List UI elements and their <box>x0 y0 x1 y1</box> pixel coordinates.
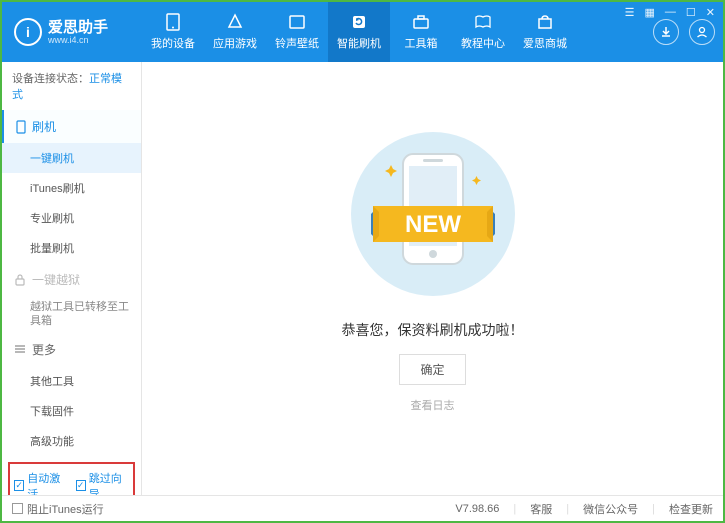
sidebar-item-download-fw[interactable]: 下载固件 <box>2 396 141 426</box>
nav-label: 智能刷机 <box>337 35 381 51</box>
download-icon[interactable] <box>653 19 679 45</box>
success-illustration: NEW <box>343 124 523 304</box>
header-right <box>653 2 715 62</box>
sidebar-item-advanced[interactable]: 高级功能 <box>2 426 141 456</box>
status-label: 设备连接状态： <box>12 73 89 85</box>
separator: | <box>566 503 569 515</box>
wallpaper-icon <box>287 13 307 31</box>
support-link[interactable]: 客服 <box>530 501 552 517</box>
footer-left: 阻止iTunes运行 <box>12 501 104 517</box>
nav-label: 工具箱 <box>405 35 438 51</box>
options-highlight-box: ✓ 自动激活 ✓ 跳过向导 <box>8 462 135 495</box>
checkbox-icon <box>12 503 23 514</box>
sidebar-item-itunes-flash[interactable]: iTunes刷机 <box>2 173 141 203</box>
sidebar-item-batch-flash[interactable]: 批量刷机 <box>2 233 141 263</box>
section-more[interactable]: 更多 <box>2 333 141 366</box>
checkbox-label: 跳过向导 <box>89 470 129 495</box>
view-log-link[interactable]: 查看日志 <box>411 397 455 413</box>
ribbon-text: NEW <box>405 211 461 238</box>
nav-label: 铃声壁纸 <box>275 35 319 51</box>
nav-tutorials[interactable]: 教程中心 <box>452 2 514 62</box>
jailbreak-note: 越狱工具已转移至工具箱 <box>2 296 141 333</box>
connection-status: 设备连接状态：正常模式 <box>2 62 141 110</box>
sidebar: 设备连接状态：正常模式 刷机 一键刷机 iTunes刷机 专业刷机 批量刷机 一… <box>2 62 142 495</box>
toolbox-icon <box>411 13 431 31</box>
nav-apps[interactable]: 应用游戏 <box>204 2 266 62</box>
body: 设备连接状态：正常模式 刷机 一键刷机 iTunes刷机 专业刷机 批量刷机 一… <box>2 62 723 495</box>
nav-label: 教程中心 <box>461 35 505 51</box>
store-icon <box>535 13 555 31</box>
nav-toolbox[interactable]: 工具箱 <box>390 2 452 62</box>
section-jailbreak[interactable]: 一键越狱 <box>2 263 141 296</box>
sidebar-item-other-tools[interactable]: 其他工具 <box>2 366 141 396</box>
app-window: ☰ ▦ — ☐ ✕ i 爱思助手 www.i4.cn 我的设备 应用游戏 <box>0 0 725 523</box>
checkbox-icon: ✓ <box>14 480 24 491</box>
logo-icon: i <box>14 18 42 46</box>
separator: | <box>652 503 655 515</box>
user-icon[interactable] <box>689 19 715 45</box>
footer-right: V7.98.66 | 客服 | 微信公众号 | 检查更新 <box>455 501 713 517</box>
nav-label: 我的设备 <box>151 35 195 51</box>
nav-flash[interactable]: 智能刷机 <box>328 2 390 62</box>
phone-small-icon <box>16 120 26 134</box>
section-flash[interactable]: 刷机 <box>2 110 141 143</box>
checkbox-label: 自动激活 <box>27 470 67 495</box>
checkbox-auto-activate[interactable]: ✓ 自动激活 <box>14 470 68 495</box>
sidebar-item-oneclick-flash[interactable]: 一键刷机 <box>2 143 141 173</box>
menu-icon[interactable]: ☰ <box>623 6 637 19</box>
version-label: V7.98.66 <box>455 503 499 515</box>
lock-icon <box>14 274 26 286</box>
section-label: 更多 <box>32 341 56 358</box>
checkbox-block-itunes[interactable]: 阻止iTunes运行 <box>12 501 104 517</box>
main-nav: 我的设备 应用游戏 铃声壁纸 智能刷机 工具箱 教程中心 <box>142 2 576 62</box>
more-icon <box>14 344 26 354</box>
app-name: 爱思助手 <box>48 20 108 35</box>
nav-ringtones[interactable]: 铃声壁纸 <box>266 2 328 62</box>
nav-store[interactable]: 爱思商城 <box>514 2 576 62</box>
book-icon <box>473 13 493 31</box>
main-content: NEW 恭喜您，保资料刷机成功啦！ 确定 查看日志 <box>142 62 723 495</box>
logo-area: i 爱思助手 www.i4.cn <box>2 18 142 46</box>
header: ☰ ▦ — ☐ ✕ i 爱思助手 www.i4.cn 我的设备 应用游戏 <box>2 2 723 62</box>
nav-my-device[interactable]: 我的设备 <box>142 2 204 62</box>
checkbox-skip-wizard[interactable]: ✓ 跳过向导 <box>76 470 130 495</box>
apps-icon <box>225 13 245 31</box>
nav-label: 爱思商城 <box>523 35 567 51</box>
app-url: www.i4.cn <box>48 35 108 45</box>
section-label: 刷机 <box>32 118 56 135</box>
nav-label: 应用游戏 <box>213 35 257 51</box>
checkbox-label: 阻止iTunes运行 <box>27 501 104 517</box>
checkbox-icon: ✓ <box>76 480 86 491</box>
sidebar-item-pro-flash[interactable]: 专业刷机 <box>2 203 141 233</box>
separator: | <box>513 503 516 515</box>
section-label: 一键越狱 <box>32 271 80 288</box>
wechat-link[interactable]: 微信公众号 <box>583 501 638 517</box>
phone-icon <box>163 13 183 31</box>
success-message: 恭喜您，保资料刷机成功啦！ <box>342 320 524 340</box>
check-update-link[interactable]: 检查更新 <box>669 501 713 517</box>
flash-icon <box>349 13 369 31</box>
footer: 阻止iTunes运行 V7.98.66 | 客服 | 微信公众号 | 检查更新 <box>2 495 723 521</box>
ok-button[interactable]: 确定 <box>399 354 465 385</box>
